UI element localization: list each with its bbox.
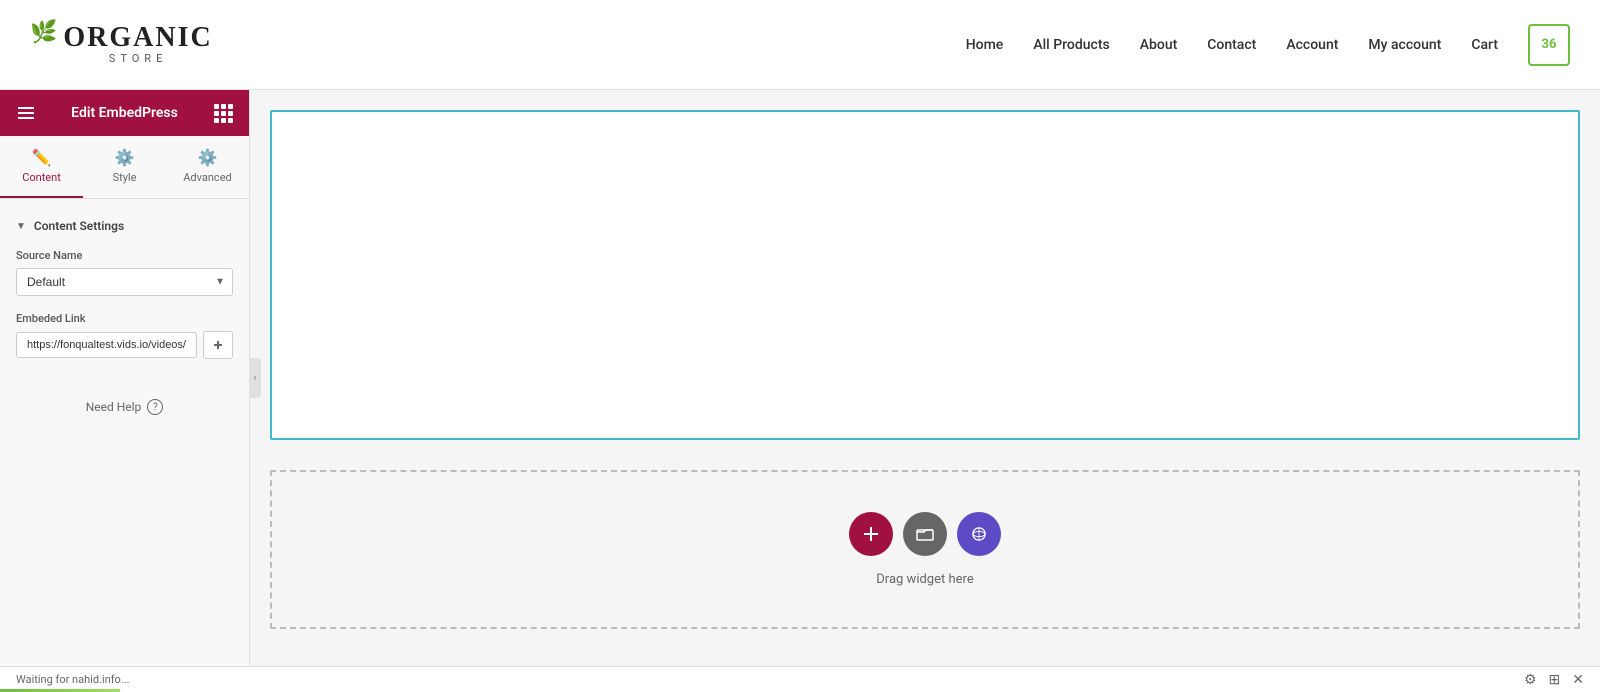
main-layout: Edit EmbedPress ✏️ Content ⚙️ Style [0,90,1600,666]
embed-container [270,110,1580,440]
help-icon: ? [147,399,163,415]
advanced-tab-icon: ⚙️ [198,148,218,167]
tab-advanced[interactable]: ⚙️ Advanced [166,136,249,198]
logo-wrapper: 🌿 ORGANIC STORE [30,24,213,65]
content-settings-header[interactable]: ▼ Content Settings [0,211,249,241]
widget-drop-zone: Drag widget here [270,470,1580,629]
logo-name: ORGANIC [63,24,212,52]
sidebar-header: Edit EmbedPress [0,90,249,136]
tab-style[interactable]: ⚙️ Style [83,136,166,198]
embed-widget-button[interactable] [957,512,1001,556]
drag-widget-label: Drag widget here [876,572,973,587]
cart-button[interactable]: 36 [1528,24,1570,66]
tab-content-label: Content [22,171,61,184]
sidebar: Edit EmbedPress ✏️ Content ⚙️ Style [0,90,250,666]
source-name-group: Source Name Default ▼ [0,241,249,304]
nav-contact[interactable]: Contact [1207,37,1256,53]
sidebar-title: Edit EmbedPress [36,105,213,121]
sidebar-scroll: ▼ Content Settings Source Name Default ▼ [0,199,249,666]
close-status-icon[interactable]: ✕ [1572,672,1584,688]
tab-content[interactable]: ✏️ Content [0,136,83,198]
settings-status-icon[interactable]: ⚙ [1524,672,1537,688]
top-bar: 🌿 ORGANIC STORE Home All Products About … [0,0,1600,90]
expand-status-icon[interactable]: ⊞ [1549,672,1561,688]
embedded-link-row [16,331,233,359]
menu-icon[interactable] [16,103,36,123]
status-text: Waiting for nahid.info... [16,673,1524,686]
tab-advanced-label: Advanced [183,171,231,184]
sidebar-collapse-handle[interactable]: ‹ [249,358,261,398]
need-help-label: Need Help [86,400,142,414]
main-nav: Home All Products About Contact Account … [966,24,1600,66]
logo-text-block: ORGANIC STORE [63,24,212,65]
nav-cart[interactable]: Cart [1471,37,1498,53]
sidebar-tabs: ✏️ Content ⚙️ Style ⚙️ Advanced [0,136,249,199]
content-area: Drag widget here [250,90,1600,666]
embedded-link-label: Embeded Link [16,312,233,325]
widget-icons-row [849,512,1001,556]
logo-container: 🌿 ORGANIC STORE [30,24,213,65]
embedded-link-input[interactable] [16,332,197,358]
embedded-link-group: Embeded Link [0,304,249,367]
logo-sub: STORE [63,52,212,65]
source-name-select[interactable]: Default [16,268,233,296]
section-title: Content Settings [34,219,124,233]
status-bar: Waiting for nahid.info... ⚙ ⊞ ✕ [0,666,1600,692]
source-name-select-wrapper: Default ▼ [16,268,233,296]
grid-apps-icon[interactable] [213,103,233,123]
leaf-icon: 🌿 [30,20,57,45]
logo-area: 🌿 ORGANIC STORE [0,24,243,65]
nav-about[interactable]: About [1140,37,1178,53]
content-settings-panel: ▼ Content Settings Source Name Default ▼ [0,199,249,379]
sidebar-header-right-icons [213,103,233,123]
content-tab-icon: ✏️ [32,148,52,167]
style-tab-icon: ⚙️ [115,148,135,167]
nav-all-products[interactable]: All Products [1033,37,1109,53]
tab-style-label: Style [113,171,137,184]
sidebar-header-left-icons [16,103,36,123]
nav-home[interactable]: Home [966,37,1004,53]
folder-widget-button[interactable] [903,512,947,556]
nav-my-account[interactable]: My account [1368,37,1441,53]
need-help-section[interactable]: Need Help ? [0,379,249,435]
nav-account[interactable]: Account [1286,37,1338,53]
status-bar-right: ⚙ ⊞ ✕ [1524,672,1584,688]
section-chevron: ▼ [16,221,26,232]
clear-link-button[interactable] [203,331,233,359]
source-name-label: Source Name [16,249,233,262]
add-widget-button[interactable] [849,512,893,556]
